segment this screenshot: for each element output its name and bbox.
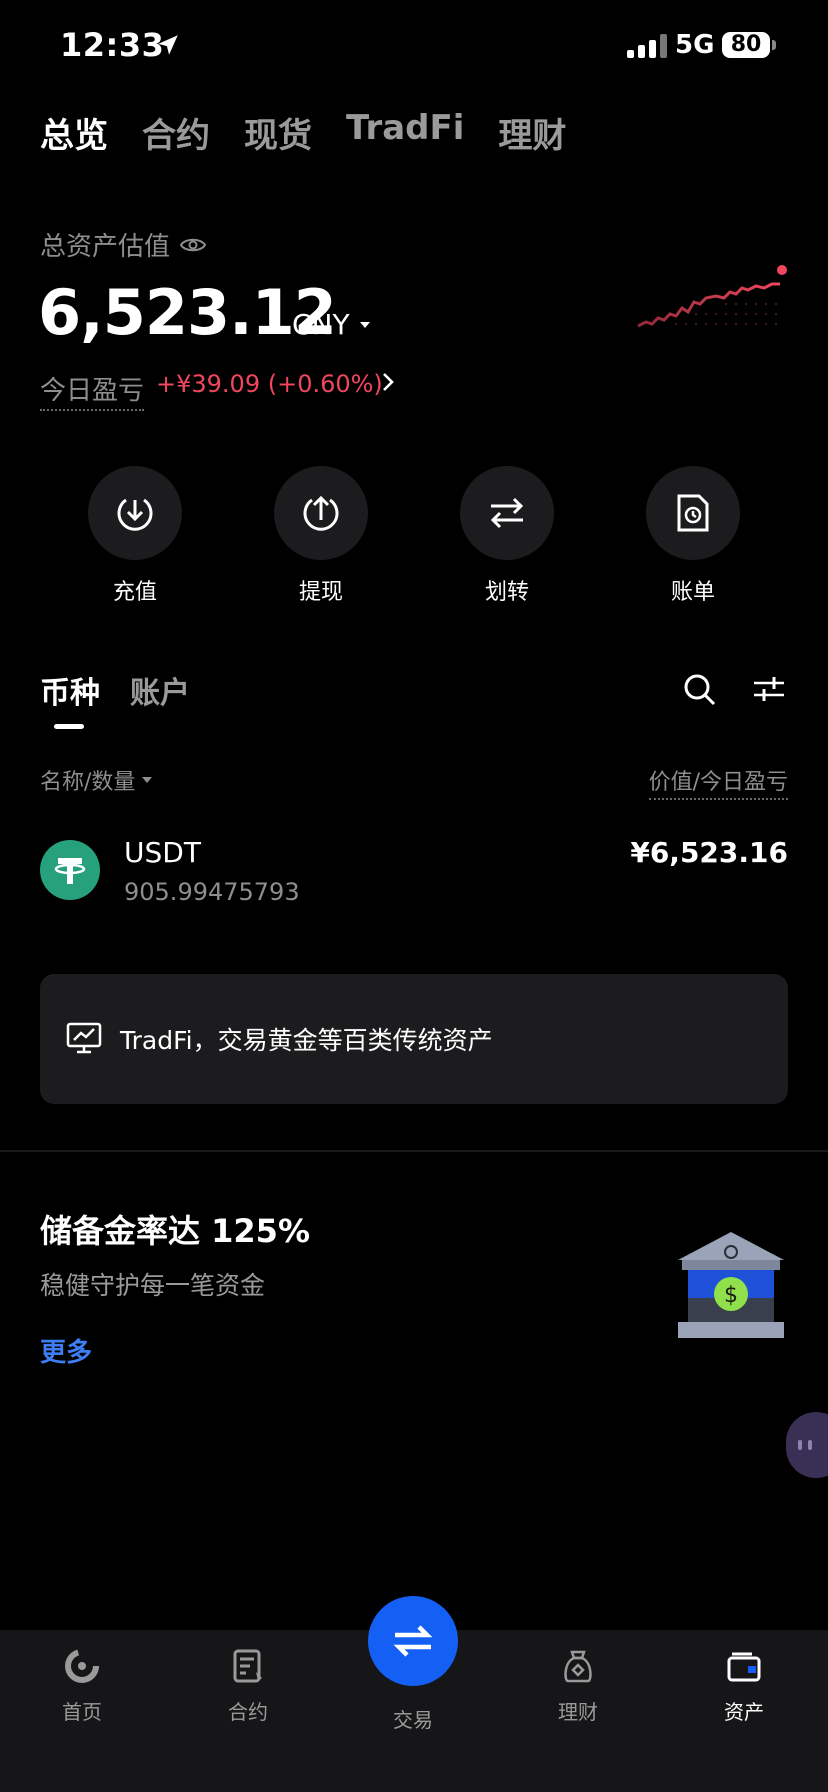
reserve-subtitle: 稳健守护每一笔资金 bbox=[40, 1271, 266, 1300]
section-divider bbox=[0, 1150, 828, 1152]
svg-text:$: $ bbox=[724, 1283, 738, 1308]
nav-assets-label: 资产 bbox=[724, 1700, 764, 1724]
asset-label-row: 总资产估值 bbox=[40, 226, 207, 263]
trade-button[interactable] bbox=[368, 1596, 458, 1686]
deposit-label: 充值 bbox=[112, 580, 157, 605]
finance-bag-icon bbox=[564, 1650, 592, 1683]
column-name-quantity: 名称/数量 bbox=[40, 770, 136, 795]
bill-label: 账单 bbox=[670, 580, 715, 605]
asset-trend-sparkline[interactable] bbox=[636, 258, 788, 340]
tab-spot[interactable]: 现货 bbox=[244, 108, 312, 157]
nav-assets[interactable]: 资产 bbox=[684, 1648, 804, 1725]
transfer-icon bbox=[490, 497, 524, 529]
active-tab-indicator bbox=[54, 724, 84, 729]
transfer-label: 划转 bbox=[484, 580, 529, 605]
withdraw-label: 提现 bbox=[298, 580, 343, 605]
nav-contract-label: 合约 bbox=[228, 1700, 268, 1724]
battery-tip bbox=[772, 40, 776, 50]
contract-icon bbox=[233, 1649, 262, 1683]
floating-assistant-bubble[interactable] bbox=[786, 1412, 828, 1478]
tradfi-banner[interactable]: TradFi，交易黄金等百类传统资产 bbox=[40, 974, 788, 1104]
status-time: 12:33 bbox=[60, 26, 165, 64]
column-value-pnl[interactable]: 价值/今日盈亏 bbox=[648, 764, 788, 800]
tab-accounts[interactable]: 账户 bbox=[130, 668, 190, 712]
battery-icon: 80 bbox=[722, 32, 770, 58]
pnl-value[interactable]: +¥39.09 (+0.60%) bbox=[156, 370, 383, 398]
asset-label: 总资产估值 bbox=[40, 232, 171, 262]
reserve-more-link[interactable]: 更多 bbox=[40, 1332, 92, 1369]
deposit-icon bbox=[117, 498, 153, 531]
pnl-label: 今日盈亏 bbox=[40, 370, 145, 411]
list-tabs: 币种 账户 bbox=[40, 668, 190, 712]
caret-down-icon bbox=[359, 321, 370, 328]
tab-finance[interactable]: 理财 bbox=[498, 108, 566, 157]
filter-settings-icon[interactable] bbox=[752, 674, 786, 704]
currency-label: CNY bbox=[292, 308, 350, 341]
deposit-button[interactable]: 充值 bbox=[88, 466, 182, 606]
home-icon bbox=[65, 1649, 99, 1683]
withdraw-button[interactable]: 提现 bbox=[274, 466, 368, 606]
tab-tradfi[interactable]: TradFi bbox=[346, 108, 464, 157]
nav-contract[interactable]: 合约 bbox=[188, 1648, 308, 1725]
currency-selector[interactable]: CNY bbox=[292, 308, 372, 341]
chart-board-icon bbox=[66, 1022, 102, 1054]
tab-overview[interactable]: 总览 bbox=[40, 108, 108, 157]
tab-coins[interactable]: 币种 bbox=[40, 668, 100, 712]
cellular-signal-icon bbox=[627, 34, 667, 58]
reserve-title: 储备金率达 125% bbox=[40, 1212, 311, 1250]
network-type: 5G bbox=[675, 30, 715, 60]
chat-dots-icon bbox=[798, 1440, 812, 1450]
coin-quantity: 905.99475793 bbox=[124, 878, 300, 906]
nav-finance[interactable]: 理财 bbox=[518, 1648, 638, 1725]
nav-home[interactable]: 首页 bbox=[22, 1648, 142, 1725]
nav-home-label: 首页 bbox=[62, 1700, 102, 1724]
sort-name-quantity[interactable]: 名称/数量 bbox=[40, 764, 153, 796]
caret-down-icon bbox=[142, 777, 153, 783]
coin-value: ¥6,523.16 bbox=[630, 836, 788, 869]
search-icon[interactable] bbox=[682, 672, 718, 708]
eye-icon[interactable] bbox=[180, 236, 207, 254]
trade-swap-icon bbox=[393, 1625, 433, 1657]
coin-name[interactable]: USDT bbox=[124, 836, 201, 869]
withdraw-icon bbox=[303, 495, 339, 531]
tradfi-banner-text: TradFi，交易黄金等百类传统资产 bbox=[120, 1026, 493, 1055]
bank-vault-icon: $ bbox=[678, 1232, 784, 1338]
nav-trade-label: 交易 bbox=[393, 1708, 433, 1732]
transfer-button[interactable]: 划转 bbox=[460, 466, 554, 606]
top-tabs: 总览 合约 现货 TradFi 理财 bbox=[40, 108, 566, 157]
nav-finance-label: 理财 bbox=[558, 1700, 598, 1724]
location-arrow-icon bbox=[158, 35, 178, 55]
usdt-logo-icon bbox=[40, 840, 100, 900]
bill-icon bbox=[677, 494, 709, 532]
tab-contract[interactable]: 合约 bbox=[142, 108, 210, 157]
wallet-icon bbox=[727, 1652, 761, 1682]
chevron-right-icon[interactable] bbox=[380, 368, 396, 396]
bill-button[interactable]: 账单 bbox=[646, 466, 740, 606]
